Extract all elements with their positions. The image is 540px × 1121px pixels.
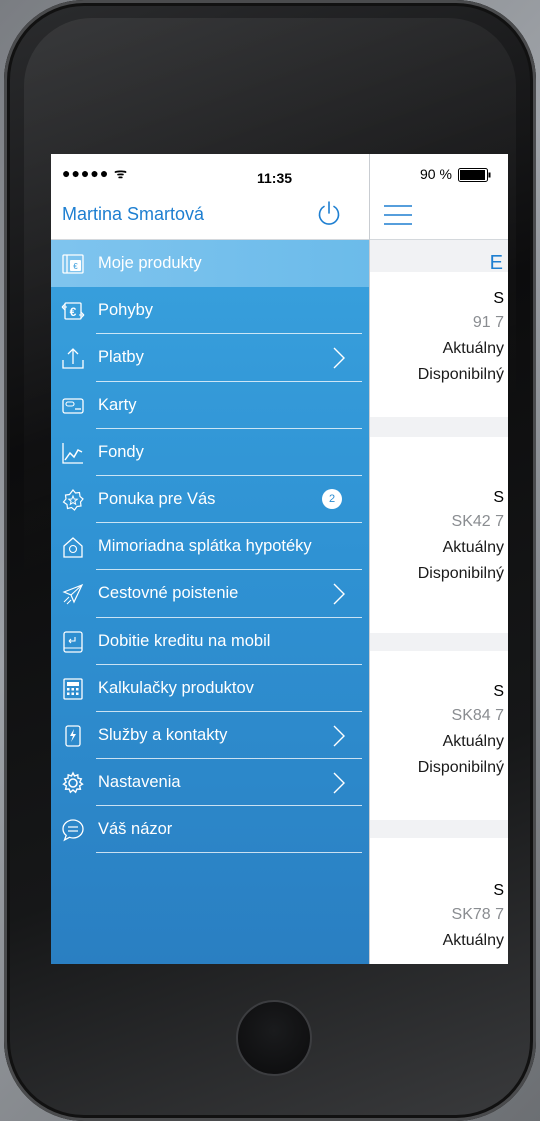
current-balance-label: Aktuálny xyxy=(442,539,504,556)
menu-item-label: Služby a kontakty xyxy=(98,725,228,744)
hamburger-menu-icon[interactable] xyxy=(384,205,412,225)
content-header: 90 % xyxy=(370,154,508,240)
account-card[interactable]: S SK78 7 Aktuálny xyxy=(370,838,508,964)
account-number: SK84 7 xyxy=(451,707,504,724)
badge-star-icon xyxy=(62,488,84,511)
power-icon[interactable] xyxy=(316,200,342,226)
menu-header: ●●●●● ᯤ 11:35 Martina Smartová xyxy=(51,154,369,240)
status-time: 11:35 xyxy=(257,170,293,186)
menu-item[interactable]: Karty xyxy=(51,382,369,429)
svg-text:€: € xyxy=(73,262,78,271)
menu-item[interactable]: Ponuka pre Vás 2 xyxy=(51,476,369,524)
menu-item[interactable]: Mimoriadna splátka hypotéky xyxy=(51,523,369,571)
account-name: S xyxy=(493,683,504,700)
signal-wifi-indicator: ●●●●● ᯤ xyxy=(62,165,128,181)
menu-item[interactable]: Služby a kontakty xyxy=(51,712,369,760)
side-menu: ●●●●● ᯤ 11:35 Martina Smartová € Moje pro… xyxy=(51,154,369,964)
account-name: S xyxy=(493,882,504,899)
menu-item[interactable]: Cestovné poistenie xyxy=(51,570,369,618)
menu-item[interactable]: Kalkulačky produktov xyxy=(51,665,369,712)
app-screen: ●●●●● ᯤ 11:35 Martina Smartová € Moje pro… xyxy=(51,154,508,964)
euro-transfer-icon: € xyxy=(61,302,85,320)
current-balance-label: Aktuálny xyxy=(442,340,504,357)
account-card[interactable]: S SK42 7 Aktuálny Disponibilný xyxy=(370,437,508,633)
menu-list: € Moje produkty € Pohyby Platby Karty Fondy Pon… xyxy=(51,240,369,854)
svg-text:€: € xyxy=(70,305,77,319)
account-name: S xyxy=(493,489,504,506)
house-icon xyxy=(63,537,83,558)
card-icon xyxy=(62,397,84,414)
battery-percent: 90 % xyxy=(420,166,452,182)
account-number: SK42 7 xyxy=(451,513,504,530)
chevron-right-icon xyxy=(333,583,345,605)
menu-item-label: Moje produkty xyxy=(98,254,202,272)
user-name[interactable]: Martina Smartová xyxy=(62,204,204,225)
menu-item-label: Fondy xyxy=(98,442,144,461)
menu-item-label: Ponuka pre Vás xyxy=(98,489,216,508)
current-balance-label: Aktuálny xyxy=(442,733,504,750)
account-card[interactable]: S SK84 7 Aktuálny Disponibilný xyxy=(370,651,508,820)
menu-item[interactable]: Dobitie kreditu na mobil xyxy=(51,618,369,665)
available-balance-label: Disponibilný xyxy=(417,565,504,582)
wallet-icon: € xyxy=(62,254,84,274)
menu-item-label: Dobitie kreditu na mobil xyxy=(98,631,271,650)
gear-icon xyxy=(62,771,84,794)
available-balance-label: Disponibilný xyxy=(417,366,504,383)
account-name: S xyxy=(493,290,504,307)
battery-icon xyxy=(458,168,491,182)
menu-item[interactable]: Nastavenia xyxy=(51,759,369,807)
notification-badge: 2 xyxy=(322,488,342,509)
calculator-icon xyxy=(63,678,83,700)
account-number: 91 7 xyxy=(472,314,504,331)
available-balance-label: Disponibilný xyxy=(417,759,504,776)
current-balance-label: Aktuálny xyxy=(442,932,504,949)
menu-divider xyxy=(96,852,362,854)
chevron-right-icon xyxy=(333,725,345,747)
menu-item-label: Cestovné poistenie xyxy=(98,584,239,603)
phone-lightning-icon xyxy=(65,725,81,747)
account-number: SK78 7 xyxy=(451,906,504,923)
menu-item[interactable]: € Pohyby xyxy=(51,287,369,335)
account-card[interactable]: S 91 7 Aktuálny Disponibilný xyxy=(370,272,508,417)
chevron-right-icon xyxy=(333,772,345,794)
speech-bubble-icon xyxy=(62,819,84,842)
menu-item-label: Váš názor xyxy=(98,820,173,839)
menu-item[interactable]: Platby xyxy=(51,334,369,382)
menu-item[interactable]: Fondy xyxy=(51,429,369,476)
chart-line-icon xyxy=(62,442,83,464)
mobile-topup-icon xyxy=(63,630,83,653)
menu-item[interactable]: Váš názor xyxy=(51,806,369,854)
upload-tray-icon xyxy=(62,348,84,370)
menu-item-label: Pohyby xyxy=(98,301,154,320)
chevron-right-icon xyxy=(333,347,345,369)
menu-item[interactable]: € Moje produkty xyxy=(51,240,369,288)
menu-item-label: Kalkulačky produktov xyxy=(98,678,254,697)
menu-item-label: Karty xyxy=(98,395,137,414)
menu-item-label: Nastavenia xyxy=(98,773,181,792)
content-panel: 90 % E S 91 7 Aktuálny Disponibilný S SK… xyxy=(369,154,508,964)
menu-item-label: Platby xyxy=(98,348,144,367)
home-button[interactable] xyxy=(236,1000,312,1076)
menu-item-label: Mimoriadna splátka hypotéky xyxy=(98,537,312,556)
airplane-icon xyxy=(62,584,84,605)
